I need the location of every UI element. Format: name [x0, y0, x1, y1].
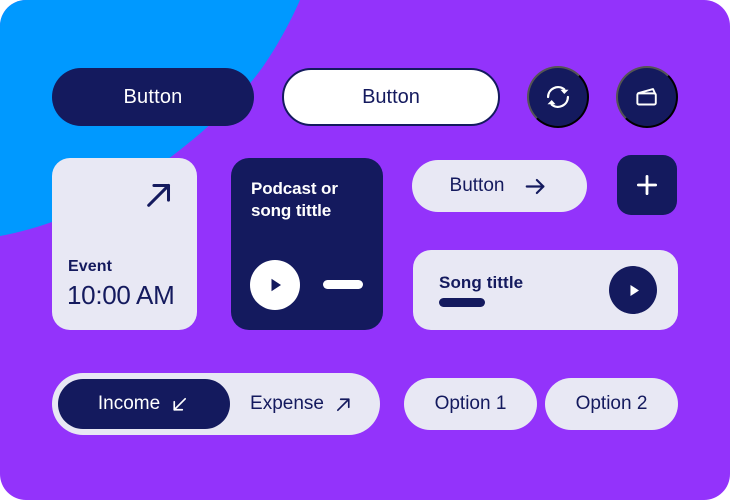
- primary-button[interactable]: Button: [52, 68, 254, 126]
- arrow-up-right-icon: [333, 394, 354, 415]
- plus-icon: [633, 171, 661, 199]
- option-1-pill[interactable]: Option 1: [404, 378, 537, 430]
- refresh-button[interactable]: [527, 66, 589, 128]
- podcast-card-title: Podcast or song tittle: [251, 178, 363, 223]
- play-icon: [265, 275, 285, 295]
- podcast-title-line-2: song tittle: [251, 201, 332, 221]
- event-card[interactable]: Event 10:00 AM: [52, 158, 197, 330]
- arrow-down-left-icon: [169, 394, 190, 415]
- podcast-title-line-1: Podcast or: [251, 179, 338, 198]
- segment-income[interactable]: Income: [58, 379, 230, 429]
- income-expense-segmented-control[interactable]: Income Expense: [52, 373, 380, 435]
- add-button[interactable]: [617, 155, 677, 215]
- song-progress-bar[interactable]: [439, 298, 485, 307]
- refresh-icon: [544, 83, 572, 111]
- wallet-button[interactable]: [616, 66, 678, 128]
- arrow-right-icon: [522, 173, 549, 200]
- secondary-button-label: Button: [362, 85, 420, 108]
- option-2-pill[interactable]: Option 2: [545, 378, 678, 430]
- arrow-up-right-icon: [140, 176, 178, 219]
- song-card-title: Song tittle: [439, 273, 524, 292]
- event-card-time: 10:00 AM: [67, 280, 175, 310]
- arrow-button[interactable]: Button: [412, 160, 587, 212]
- option-1-label: Option 1: [434, 393, 507, 414]
- podcast-play-button[interactable]: [250, 260, 300, 310]
- arrow-button-label: Button: [449, 175, 505, 196]
- primary-button-label: Button: [123, 85, 183, 108]
- segment-income-label: Income: [97, 393, 161, 414]
- podcast-progress-bar[interactable]: [323, 280, 363, 289]
- segment-expense-label: Expense: [250, 393, 324, 414]
- song-card[interactable]: Song tittle: [413, 250, 678, 330]
- option-2-label: Option 2: [575, 393, 648, 414]
- song-play-button[interactable]: [609, 266, 657, 314]
- wallet-icon: [632, 82, 662, 112]
- secondary-button[interactable]: Button: [282, 68, 500, 126]
- play-icon: [624, 281, 643, 300]
- segment-expense[interactable]: Expense: [230, 379, 374, 429]
- event-card-label: Event: [68, 258, 113, 275]
- podcast-card[interactable]: Podcast or song tittle: [231, 158, 383, 330]
- ui-kit-canvas: Button Button Event 10:00 AM Podcast or …: [0, 0, 730, 500]
